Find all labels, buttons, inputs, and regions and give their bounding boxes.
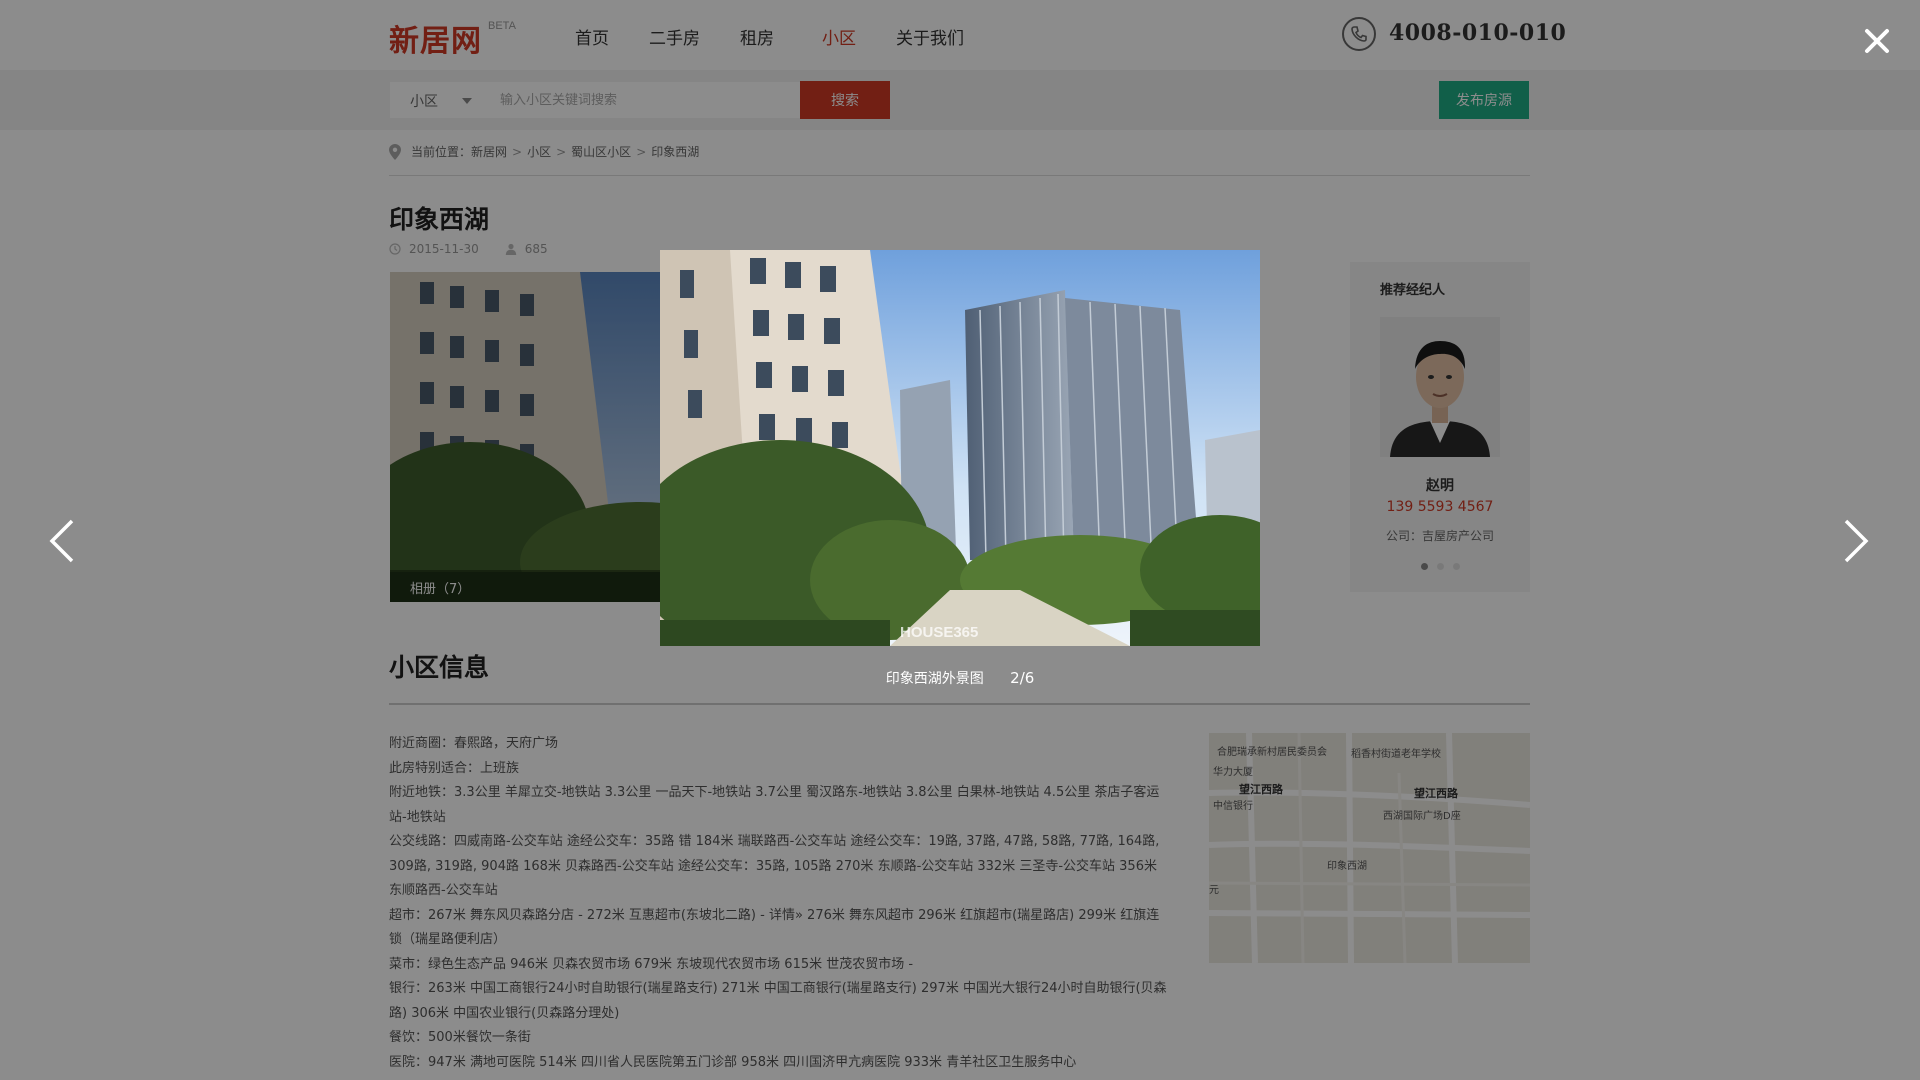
- building-exterior-photo: [660, 250, 1260, 646]
- close-icon[interactable]: [1862, 26, 1892, 56]
- photo-counter: 2/6: [1010, 669, 1035, 687]
- photo-watermark: HOUSE365: [900, 624, 979, 641]
- lightbox-overlay[interactable]: HOUSE365 印象西湖外景图 2/6: [0, 0, 1920, 1080]
- lightbox-caption: 印象西湖外景图 2/6: [0, 668, 1920, 688]
- chevron-right-icon[interactable]: [1842, 518, 1872, 564]
- photo-caption: 印象西湖外景图: [885, 671, 984, 687]
- chevron-left-icon[interactable]: [46, 518, 76, 564]
- lightbox-photo: HOUSE365: [660, 250, 1260, 646]
